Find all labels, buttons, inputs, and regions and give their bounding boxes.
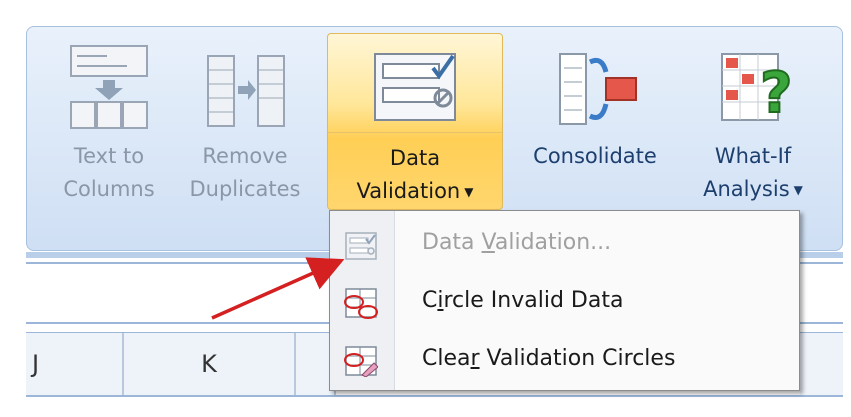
clear-validation-circles-icon xyxy=(344,346,378,377)
label-line-1: Remove xyxy=(202,144,288,168)
label-line-2: Duplicates xyxy=(189,177,301,201)
label-line-1: Consolidate xyxy=(533,144,657,168)
label-line-2: Analysis xyxy=(703,177,790,201)
remove-duplicates-button[interactable]: Remove Duplicates xyxy=(176,32,314,208)
column-header-label: K xyxy=(201,350,217,378)
menu-item-label: Data Validation... xyxy=(422,230,611,255)
remove-duplicates-icon xyxy=(207,55,285,127)
menu-item-clear-validation-circles[interactable]: Clear Validation Circles xyxy=(330,333,799,389)
accelerator-key: r xyxy=(470,346,480,371)
label-line-1: What-If xyxy=(714,144,792,168)
label-line-2-wrap: Validation ▼ xyxy=(328,175,502,209)
data-validation-icon xyxy=(374,53,456,121)
menu-item-label: Clear Validation Circles xyxy=(422,346,675,371)
label-line-1: Data xyxy=(389,146,441,170)
label-prefix: Data xyxy=(422,230,482,255)
menu-item-data-validation[interactable]: Data Validation... xyxy=(330,217,799,273)
label-suffix: alidation... xyxy=(494,230,612,255)
data-validation-menu: Data Validation... Circle Invalid Data C… xyxy=(329,210,800,391)
chevron-down-icon: ▼ xyxy=(464,184,474,199)
what-if-analysis-label: What-If Analysis ▼ xyxy=(683,140,823,207)
label-line-2: Columns xyxy=(63,177,155,201)
data-validation-small-icon xyxy=(345,232,377,260)
consolidate-icon xyxy=(559,53,637,125)
column-header-k[interactable]: K xyxy=(124,333,296,395)
consolidate-label: Consolidate xyxy=(510,140,680,173)
circle-invalid-data-icon xyxy=(344,288,378,319)
accelerator-key: V xyxy=(481,230,495,255)
column-header-partial[interactable] xyxy=(800,333,843,395)
consolidate-button[interactable]: Consolidate xyxy=(510,32,680,208)
svg-text:?: ? xyxy=(760,61,792,126)
what-if-analysis-icon: ? xyxy=(721,53,793,127)
label-line-1: Text to xyxy=(73,144,145,168)
text-to-columns-icon xyxy=(70,45,148,129)
data-validation-label: Data Validation ▼ xyxy=(328,142,502,209)
label-suffix: rcle Invalid Data xyxy=(443,288,624,313)
chevron-down-icon: ▼ xyxy=(793,182,803,197)
menu-item-label: Circle Invalid Data xyxy=(422,288,623,313)
data-validation-button[interactable]: Data Validation ▼ xyxy=(327,33,503,210)
label-prefix: C xyxy=(422,288,438,313)
column-header-j[interactable]: J xyxy=(26,333,124,395)
label-prefix: Clea xyxy=(422,346,471,371)
label-line-2: Validation xyxy=(356,179,461,203)
label-line-2-wrap: Analysis ▼ xyxy=(683,173,823,207)
remove-duplicates-label: Remove Duplicates xyxy=(176,140,314,206)
column-header-label: J xyxy=(32,350,40,378)
split-button-divider xyxy=(328,132,502,133)
label-suffix: Validation Circles xyxy=(479,346,676,371)
text-to-columns-button[interactable]: Text to Columns xyxy=(48,32,170,208)
menu-item-circle-invalid-data[interactable]: Circle Invalid Data xyxy=(330,275,799,331)
grid-line xyxy=(26,395,843,397)
what-if-analysis-button[interactable]: ? What-If Analysis ▼ xyxy=(683,32,823,208)
text-to-columns-label: Text to Columns xyxy=(48,140,170,206)
